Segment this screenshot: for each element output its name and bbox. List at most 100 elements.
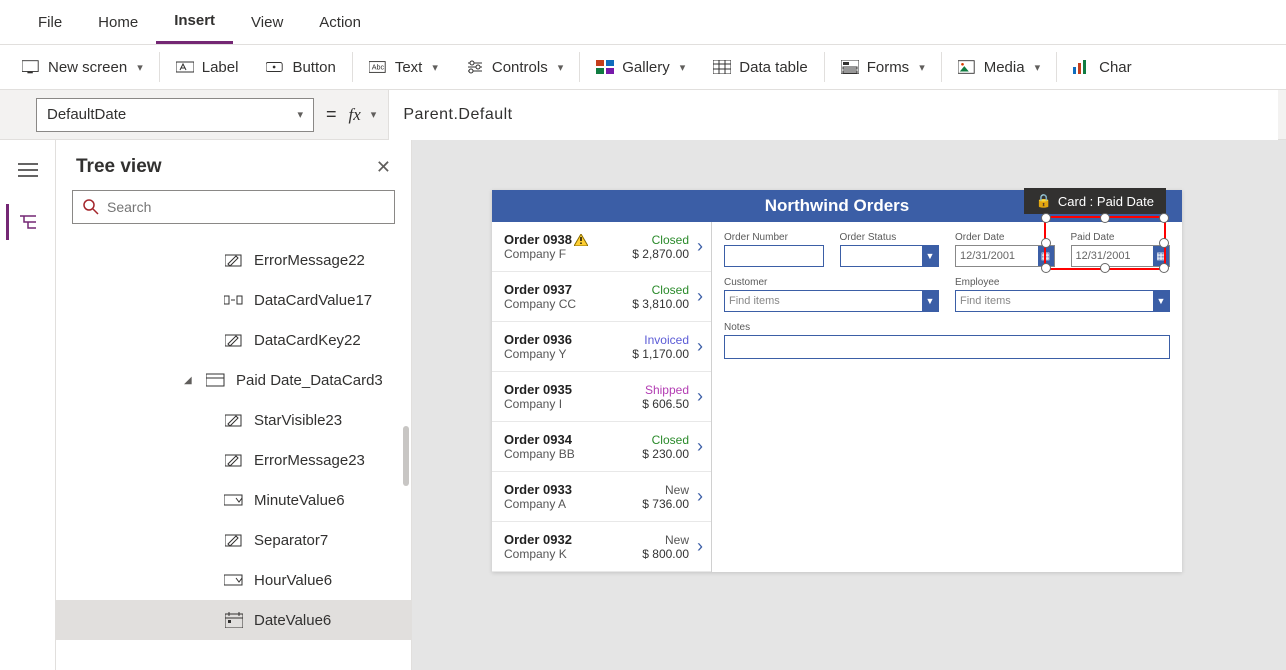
card-icon xyxy=(206,372,226,388)
forms-btn-label: Forms xyxy=(867,59,910,76)
hamburger-button[interactable] xyxy=(8,152,48,188)
employee-label: Employee xyxy=(955,277,1170,288)
chevron-right-icon: › xyxy=(697,236,703,257)
property-value: DefaultDate xyxy=(47,106,126,123)
order-status: Closed xyxy=(632,283,689,297)
formula-bar: DefaultDate ▾ = fx ▾ Parent.Default xyxy=(0,90,1286,140)
chevron-right-icon: › xyxy=(697,336,703,357)
order-company: Company Y xyxy=(504,347,632,361)
order-amount: $ 736.00 xyxy=(642,497,689,511)
chevron-right-icon: › xyxy=(697,486,703,507)
order-item[interactable]: Order 0933Company ANew$ 736.00› xyxy=(492,472,711,522)
combo-icon xyxy=(224,292,244,308)
chevron-down-icon: ▾ xyxy=(558,61,564,74)
tree-item[interactable]: StarVisible23 xyxy=(56,400,411,440)
chevron-right-icon: › xyxy=(697,536,703,557)
notes-input[interactable] xyxy=(724,335,1170,359)
paid-date-value: 12/31/2001 xyxy=(1076,250,1131,262)
tree-search-input[interactable] xyxy=(107,199,384,215)
tree-item[interactable]: ErrorMessage22 xyxy=(56,240,411,280)
tree-view-rail-button[interactable] xyxy=(6,204,46,240)
menu-home[interactable]: Home xyxy=(80,0,156,44)
tree-item[interactable]: HourValue6 xyxy=(56,560,411,600)
order-gallery[interactable]: Order 0938Company FClosed$ 2,870.00›Orde… xyxy=(492,222,712,572)
fx-button[interactable]: fx ▾ xyxy=(349,105,377,125)
menu-view[interactable]: View xyxy=(233,0,301,44)
chart-btn-label: Char xyxy=(1099,59,1132,76)
edit-icon xyxy=(224,532,244,548)
formula-input[interactable]: Parent.Default xyxy=(388,90,1278,140)
tree-item-label: StarVisible23 xyxy=(254,412,342,429)
data-table-button[interactable]: Data table xyxy=(699,44,821,90)
left-rail xyxy=(0,140,56,670)
employee-combo[interactable]: Find items▼ xyxy=(955,290,1170,312)
tree-item-label: DateValue6 xyxy=(254,612,331,629)
menu-insert[interactable]: Insert xyxy=(156,0,233,44)
order-date-value: 12/31/2001 xyxy=(960,250,1015,262)
order-company: Company CC xyxy=(504,297,632,311)
edit-icon xyxy=(224,412,244,428)
label-icon xyxy=(176,60,194,74)
chart-button[interactable]: Char xyxy=(1059,44,1146,90)
order-item[interactable]: Order 0937Company CCClosed$ 3,810.00› xyxy=(492,272,711,322)
menu-action[interactable]: Action xyxy=(301,0,379,44)
order-status: Invoiced xyxy=(632,333,689,347)
order-number-input[interactable] xyxy=(724,245,824,267)
media-button[interactable]: Media ▾ xyxy=(944,44,1054,90)
paid-date-label: Paid Date xyxy=(1071,232,1171,243)
employee-placeholder: Find items xyxy=(960,295,1011,307)
screen-icon xyxy=(22,60,40,74)
tree-item[interactable]: Separator7 xyxy=(56,520,411,560)
tree-search[interactable] xyxy=(72,190,395,224)
label-button[interactable]: Label xyxy=(162,44,253,90)
tree-item[interactable]: DataCardValue17 xyxy=(56,280,411,320)
tree-item[interactable]: ◢Paid Date_DataCard3 xyxy=(56,360,411,400)
caret-icon: ◢ xyxy=(184,375,196,386)
new-screen-button[interactable]: New screen ▾ xyxy=(8,44,157,90)
tree-item-label: DataCardValue17 xyxy=(254,292,372,309)
forms-icon xyxy=(841,60,859,74)
tree-item-label: Separator7 xyxy=(254,532,328,549)
ribbon: New screen ▾ Label Button Abc Text ▾ Con… xyxy=(0,44,1286,90)
customer-combo[interactable]: Find items▼ xyxy=(724,290,939,312)
controls-button[interactable]: Controls ▾ xyxy=(452,44,577,90)
text-icon: Abc xyxy=(369,60,387,74)
order-item[interactable]: Order 0934Company BBClosed$ 230.00› xyxy=(492,422,711,472)
chart-icon xyxy=(1073,60,1091,74)
order-status: Shipped xyxy=(642,383,689,397)
tree-item[interactable]: DataCardKey22 xyxy=(56,320,411,360)
order-amount: $ 2,870.00 xyxy=(632,247,689,261)
order-status-label: Order Status xyxy=(840,232,940,243)
dropdown-icon xyxy=(224,572,244,588)
label-btn-label: Label xyxy=(202,59,239,76)
tree-item[interactable]: DateValue6 xyxy=(56,600,411,640)
order-date-input[interactable]: 12/31/2001▦ xyxy=(955,245,1055,267)
gallery-button[interactable]: Gallery ▾ xyxy=(582,44,699,90)
forms-button[interactable]: Forms ▾ xyxy=(827,44,939,90)
order-number: Order 0933 xyxy=(504,482,642,497)
canvas[interactable]: Northwind Orders Order 0938Company FClos… xyxy=(412,140,1286,670)
order-status-select[interactable]: ▼ xyxy=(840,245,940,267)
order-number: Order 0937 xyxy=(504,282,632,297)
order-company: Company I xyxy=(504,397,642,411)
tree-item-label: DataCardKey22 xyxy=(254,332,361,349)
tree-item[interactable]: MinuteValue6 xyxy=(56,480,411,520)
chevron-right-icon: › xyxy=(697,286,703,307)
order-number-label: Order Number xyxy=(724,232,824,243)
menu-file[interactable]: File xyxy=(20,0,80,44)
tree-item[interactable]: ErrorMessage23 xyxy=(56,440,411,480)
close-icon[interactable]: ✕ xyxy=(376,157,391,178)
order-item[interactable]: Order 0932Company KNew$ 800.00› xyxy=(492,522,711,572)
text-button[interactable]: Abc Text ▾ xyxy=(355,44,452,90)
order-item[interactable]: Order 0935Company IShipped$ 606.50› xyxy=(492,372,711,422)
paid-date-input[interactable]: 12/31/2001▦ xyxy=(1071,245,1171,267)
equals-sign: = xyxy=(326,104,337,125)
order-item[interactable]: Order 0936Company YInvoiced$ 1,170.00› xyxy=(492,322,711,372)
order-item[interactable]: Order 0938Company FClosed$ 2,870.00› xyxy=(492,222,711,272)
property-selector[interactable]: DefaultDate ▾ xyxy=(36,98,314,132)
order-number: Order 0932 xyxy=(504,532,642,547)
data-table-btn-label: Data table xyxy=(739,59,807,76)
button-button[interactable]: Button xyxy=(252,44,349,90)
chevron-down-icon: ▾ xyxy=(432,61,438,74)
scrollbar-thumb[interactable] xyxy=(403,426,409,486)
